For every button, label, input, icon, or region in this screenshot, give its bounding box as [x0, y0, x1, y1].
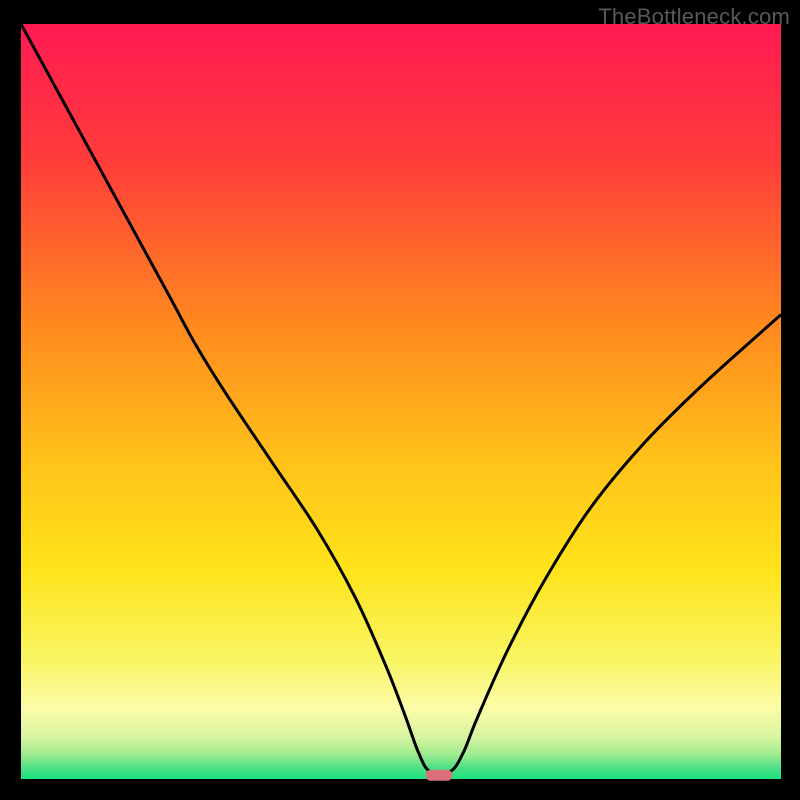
bottleneck-chart: [0, 0, 800, 800]
gradient-background: [21, 24, 781, 779]
chart-frame: TheBottleneck.com: [0, 0, 800, 800]
optimal-range-marker: [426, 770, 453, 781]
